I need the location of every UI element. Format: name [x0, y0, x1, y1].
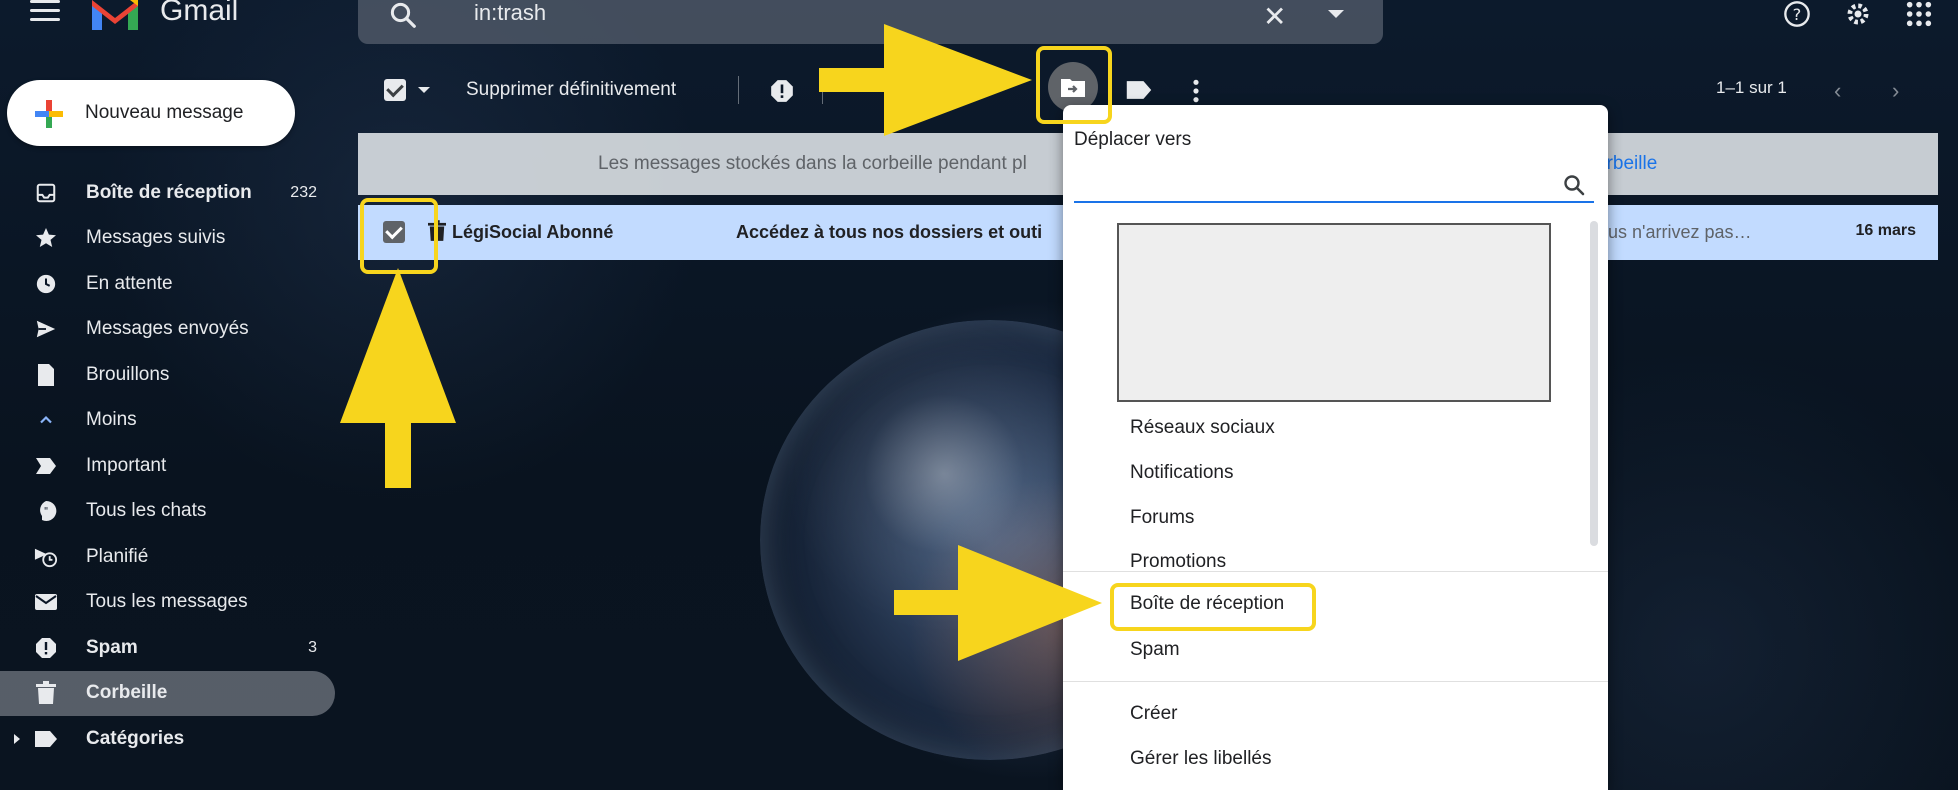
menu-search-input[interactable]	[1074, 165, 1594, 203]
menu-scrollbar[interactable]	[1590, 221, 1598, 546]
sidebar-item-label: Corbeille	[86, 682, 168, 704]
scheduled-send-icon	[34, 545, 58, 569]
sidebar-item-label: Boîte de réception	[86, 181, 252, 203]
compose-plus-icon	[35, 100, 63, 128]
menu-item-manage-labels[interactable]: Gérer les libellés	[1130, 748, 1272, 770]
menu-item-promotions[interactable]: Promotions	[1130, 551, 1226, 567]
sidebar-item-drafts[interactable]: Brouillons	[0, 352, 335, 398]
search-options-icon[interactable]	[1328, 10, 1344, 18]
delete-forever-button[interactable]: Supprimer définitivement	[466, 79, 676, 101]
email-date: 16 mars	[1855, 222, 1917, 239]
sidebar-item-label: Planifié	[86, 545, 149, 567]
newer-page-icon[interactable]: ‹	[1834, 78, 1841, 104]
spam-warning-icon	[34, 636, 58, 660]
menu-item-spam[interactable]: Spam	[1130, 639, 1180, 661]
label-as-icon[interactable]	[1125, 80, 1153, 100]
sidebar-nav: Boîte de réception 232 Messages suivis E…	[0, 170, 335, 762]
sidebar-item-all-mail[interactable]: Tous les messages	[0, 580, 335, 626]
menu-item-create[interactable]: Créer	[1130, 703, 1178, 725]
select-options-icon[interactable]	[418, 87, 430, 93]
envelope-icon	[34, 590, 58, 614]
sidebar-item-label: Brouillons	[86, 363, 170, 385]
sidebar-item-less[interactable]: Moins	[0, 398, 335, 444]
draft-file-icon	[34, 363, 58, 387]
sidebar-item-label: Tous les chats	[86, 500, 207, 522]
sidebar-item-important[interactable]: Important	[0, 443, 335, 489]
sidebar-item-label: Tous les messages	[86, 591, 248, 613]
menu-item-forums[interactable]: Forums	[1130, 507, 1194, 529]
sidebar-item-snoozed[interactable]: En attente	[0, 261, 335, 307]
menu-item-notifications[interactable]: Notifications	[1130, 462, 1234, 484]
highlight-box-checkbox	[360, 198, 438, 274]
sidebar-item-scheduled[interactable]: Planifié	[0, 534, 335, 580]
email-subject: Accédez à tous nos dossiers et outi	[736, 222, 1043, 242]
sidebar-item-chats[interactable]: " Tous les chats	[0, 489, 335, 535]
email-snippet: ous n'arrivez pas…	[1598, 222, 1752, 242]
select-all-checkbox[interactable]	[384, 79, 406, 101]
svg-text:?: ?	[1793, 5, 1802, 24]
chevron-up-icon	[34, 408, 58, 432]
pagination-info: 1–1 sur 1	[1716, 78, 1787, 97]
compose-label: Nouveau message	[85, 102, 244, 123]
main-menu-icon[interactable]	[30, 0, 60, 22]
more-options-icon[interactable]	[1188, 78, 1204, 104]
settings-gear-icon[interactable]	[1843, 0, 1873, 28]
sidebar-item-label: Catégories	[86, 727, 185, 749]
menu-divider	[1063, 681, 1608, 682]
sidebar-item-label: Moins	[86, 409, 137, 431]
redacted-labels-area	[1117, 223, 1551, 402]
report-spam-icon[interactable]	[769, 78, 795, 104]
highlight-box-inbox-option	[1110, 583, 1316, 631]
svg-text:": "	[44, 506, 49, 517]
important-marker-icon	[34, 454, 58, 478]
inbox-icon	[34, 181, 58, 205]
sidebar-item-label: Messages envoyés	[86, 318, 249, 340]
highlight-box-move-to	[1036, 46, 1112, 124]
sidebar-item-label: Important	[86, 454, 167, 476]
clear-search-icon[interactable]: ✕	[1263, 0, 1286, 33]
sidebar-item-label: Spam	[86, 636, 138, 658]
banner-text: Les messages stockés dans la corbeille p…	[598, 153, 1027, 174]
menu-divider	[1063, 571, 1608, 572]
sidebar-item-categories[interactable]: Catégories	[0, 716, 335, 762]
arrow-right-icon	[894, 545, 1102, 661]
unread-count: 232	[290, 183, 317, 201]
menu-item-social[interactable]: Réseaux sociaux	[1130, 417, 1275, 439]
apps-grid-icon[interactable]	[1905, 0, 1933, 28]
search-input[interactable]: in:trash	[474, 0, 546, 26]
menu-title: Déplacer vers	[1074, 129, 1192, 150]
compose-button[interactable]: Nouveau message	[7, 80, 295, 146]
help-icon[interactable]: ?	[1782, 0, 1812, 28]
expand-arrow-icon[interactable]	[14, 733, 20, 744]
toolbar-divider	[738, 76, 739, 104]
sidebar-item-trash[interactable]: Corbeille	[0, 670, 335, 716]
sidebar-item-spam[interactable]: Spam 3	[0, 625, 335, 671]
search-icon[interactable]	[388, 0, 418, 30]
label-tag-icon	[34, 727, 58, 751]
arrow-right-icon	[819, 24, 1032, 136]
sidebar-item-starred[interactable]: Messages suivis	[0, 216, 335, 262]
chat-bubble-icon: "	[34, 499, 58, 523]
trash-icon	[34, 681, 58, 705]
gmail-logo-icon	[92, 0, 138, 30]
star-icon	[34, 226, 58, 250]
send-icon	[34, 317, 58, 341]
app-name: Gmail	[160, 0, 239, 27]
email-sender: LégiSocial Abonné	[452, 222, 614, 242]
older-page-icon[interactable]: ›	[1892, 78, 1899, 104]
sidebar-item-inbox[interactable]: Boîte de réception 232	[0, 170, 335, 216]
search-icon[interactable]	[1562, 173, 1586, 197]
sidebar-item-label: En attente	[86, 272, 173, 294]
arrow-up-icon	[340, 268, 456, 488]
sidebar-item-label: Messages suivis	[86, 227, 226, 249]
unread-count: 3	[308, 638, 317, 656]
move-to-menu: Déplacer vers Réseaux sociaux Notificati…	[1063, 105, 1608, 790]
clock-icon	[34, 272, 58, 296]
sidebar-item-sent[interactable]: Messages envoyés	[0, 307, 335, 353]
